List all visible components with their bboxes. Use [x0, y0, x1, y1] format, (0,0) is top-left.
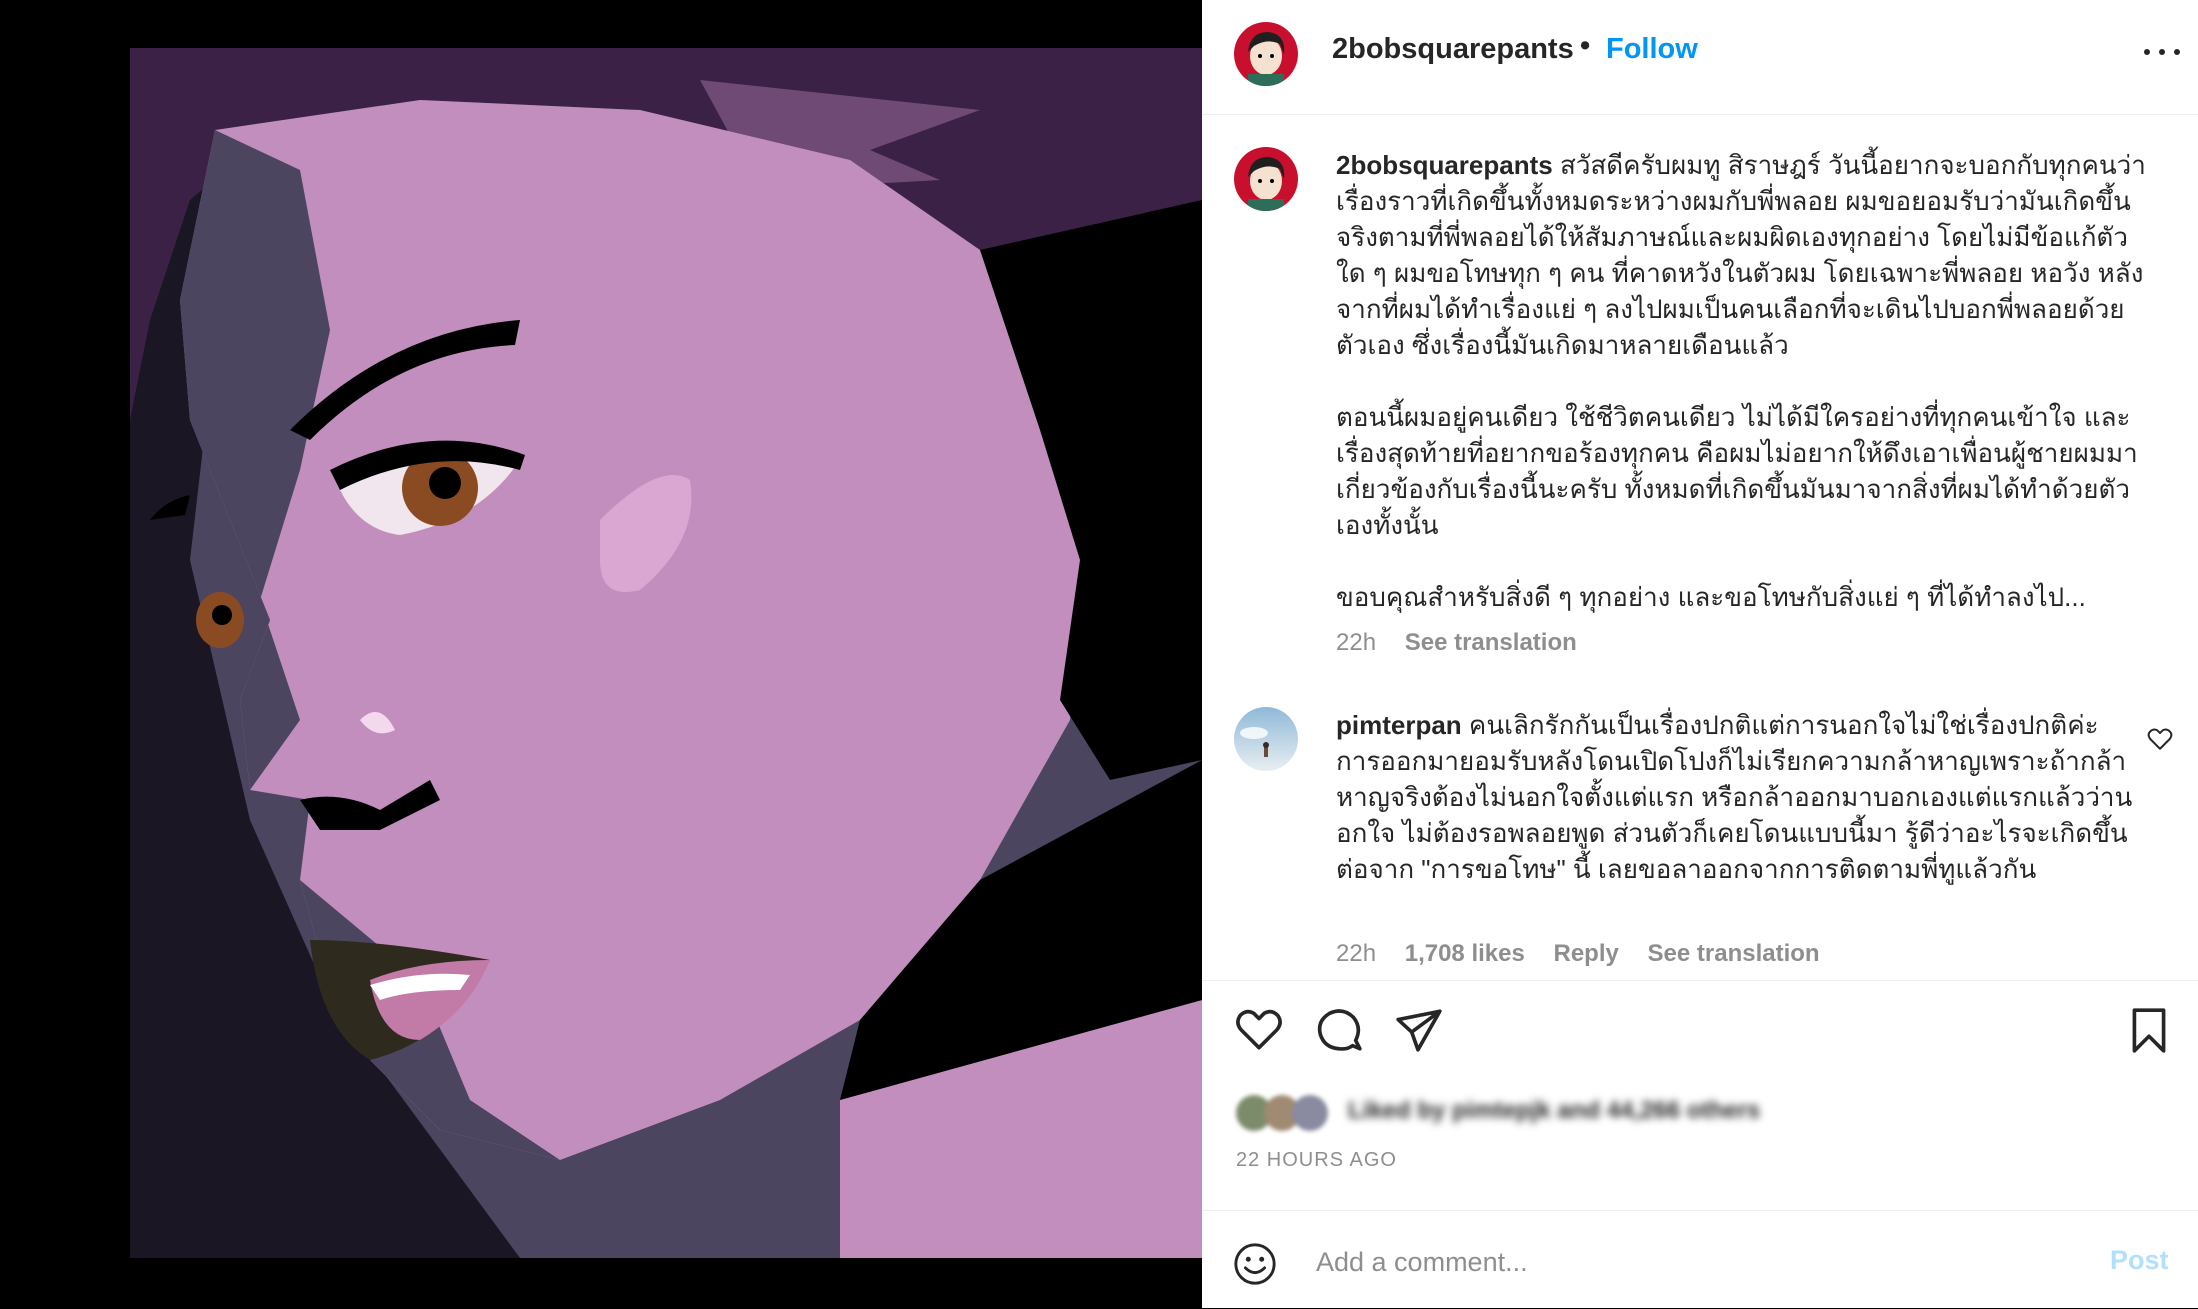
add-comment-bar: Post — [1202, 1210, 2198, 1309]
post-header: 2bobsquarepants • Follow — [1202, 0, 2198, 115]
author-username[interactable]: 2bobsquarepants — [1332, 33, 1574, 66]
follow-button[interactable]: Follow — [1606, 33, 1698, 66]
comment-icon[interactable] — [1314, 1005, 1364, 1055]
caption-time: 22h — [1336, 629, 1377, 656]
post-image[interactable] — [0, 0, 1202, 1308]
commenter-avatar[interactable] — [1234, 707, 1298, 771]
comment-text: pimterpan คนเลิกรักกันเป็นเรื่องปกติแต่ก… — [1336, 710, 2133, 884]
comment-reply-button[interactable]: Reply — [1554, 940, 1619, 967]
comment-likes[interactable]: 1,708 likes — [1405, 940, 1525, 967]
liker-avatars — [1236, 1093, 1340, 1133]
caption-author-avatar[interactable] — [1234, 147, 1298, 211]
post-comment-button[interactable]: Post — [2110, 1245, 2169, 1276]
post-actions: Liked by pimtepjk and 44,266 others 22 H… — [1202, 980, 2198, 1211]
caption-text: 2bobsquarepants สวัสดีครับผมทู สิราษฎร์ … — [1336, 147, 2146, 651]
caption-paragraph-3: ขอบคุณสำหรับสิ่งดี ๆ ทุกอย่าง และขอโทษกั… — [1336, 582, 2086, 612]
comment-meta: 22h 1,708 likes Reply See translation — [1336, 940, 1842, 968]
share-icon[interactable] — [1394, 1005, 1444, 1055]
commenter-username[interactable]: pimterpan — [1336, 710, 1462, 740]
separator-dot: • — [1580, 30, 1591, 62]
instagram-post-view: 2bobsquarepants • Follow 2bobsquarepants… — [0, 0, 2198, 1308]
comments-section: 2bobsquarepants สวัสดีครับผมทู สิราษฎร์ … — [1202, 115, 2198, 980]
likes-text: Liked by pimtepjk and 44,266 others — [1348, 1097, 1761, 1124]
comment-like-heart-icon[interactable] — [2147, 727, 2173, 751]
emoji-icon[interactable] — [1232, 1241, 1278, 1287]
more-options-icon[interactable] — [2142, 40, 2182, 64]
caption-username[interactable]: 2bobsquarepants — [1336, 150, 1553, 180]
bookmark-icon[interactable] — [2124, 1005, 2174, 1055]
caption-meta: 22h See translation — [1336, 629, 1599, 657]
comment-time: 22h — [1336, 940, 1377, 967]
comment-see-translation[interactable]: See translation — [1648, 940, 1820, 967]
caption-paragraph-2: ตอนนี้ผมอยู่คนเดียว ใช้ชีวิตคนเดียว ไม่ไ… — [1336, 402, 2138, 540]
post-side-panel: 2bobsquarepants • Follow 2bobsquarepants… — [1202, 0, 2198, 1308]
author-avatar[interactable] — [1234, 22, 1298, 86]
caption-paragraph-1: 2bobsquarepants สวัสดีครับผมทู สิราษฎร์ … — [1336, 150, 2146, 360]
post-timestamp[interactable]: 22 HOURS AGO — [1236, 1149, 1397, 1172]
heart-icon[interactable] — [1234, 1005, 1284, 1055]
comment-input[interactable] — [1314, 1239, 2038, 1285]
caption-see-translation[interactable]: See translation — [1405, 629, 1577, 656]
portrait-illustration — [0, 0, 1202, 1308]
